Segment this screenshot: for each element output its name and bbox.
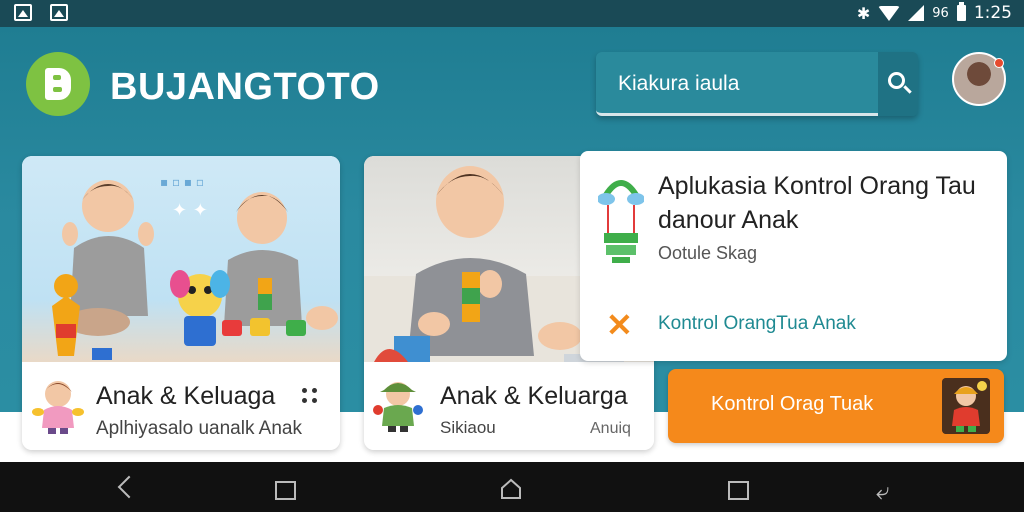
parental-control-button[interactable]: Kontrol Orag Tuak xyxy=(668,369,1004,443)
logo-letter-icon xyxy=(45,68,71,100)
character-thumbnail-icon xyxy=(942,378,990,434)
bluetooth-icon: ✱ xyxy=(856,3,871,23)
signal-icon xyxy=(908,5,925,21)
panel-subtitle: Ootule Skag xyxy=(658,243,758,263)
wifi-icon xyxy=(878,5,901,21)
card-info: Anak & Keluaga Aplhiyasalo uanalk Anak xyxy=(22,362,340,450)
image-icon xyxy=(50,4,68,21)
navigation-bar: ⤶ xyxy=(0,462,1024,512)
battery-icon xyxy=(956,2,966,21)
clock: 1:25 xyxy=(973,3,1012,23)
recents-icon[interactable] xyxy=(728,481,749,500)
card-info: Anak & Keluarga Sikiaou Anuiq xyxy=(364,362,654,450)
card-photo: ▪ ▫ ▪ ▫ ✦ ✦ xyxy=(22,156,340,362)
search-button[interactable] xyxy=(878,52,918,116)
overview-icon[interactable] xyxy=(275,481,296,500)
back-icon[interactable] xyxy=(117,475,141,499)
home-icon[interactable] xyxy=(500,478,522,500)
search-input[interactable]: Kiakura iaula xyxy=(596,52,878,116)
close-icon[interactable]: ✕ xyxy=(606,309,633,341)
more-icon[interactable] xyxy=(302,388,318,404)
card-subtitle: Aplhiyasalo uanalk Anak xyxy=(96,418,302,439)
child-character-icon xyxy=(373,382,423,432)
image-icon xyxy=(14,4,32,21)
app-logo[interactable] xyxy=(26,52,90,116)
info-panel: Aplukasia Kontrol Orang Tau danour Anak … xyxy=(580,151,1007,361)
card-subtitle-right: Anuiq xyxy=(590,420,631,437)
system-icons: ✱ 96 1:25 xyxy=(856,2,1012,23)
parental-control-link[interactable]: Kontrol OrangTua Anak xyxy=(658,313,856,335)
card-title: Anak & Keluarga xyxy=(440,382,628,410)
panel-title: Aplukasia Kontrol Orang Tau danour Anak xyxy=(658,172,976,234)
family-card-1[interactable]: ▪ ▫ ▪ ▫ ✦ ✦ Anak & Keluaga Aplhiyasalo u… xyxy=(22,156,340,450)
search-bar[interactable]: Kiakura iaula xyxy=(596,52,918,116)
app-title: BUJANGTOTO xyxy=(110,66,380,108)
svg-text:▪ ▫ ▪ ▫: ▪ ▫ ▪ ▫ xyxy=(160,175,204,189)
child-character-icon xyxy=(32,381,84,434)
notification-icons xyxy=(14,4,68,21)
network-label: 96 xyxy=(932,5,949,21)
status-bar: ✱ 96 1:25 xyxy=(0,0,1024,27)
balloon-icon xyxy=(598,180,644,263)
cta-label: Kontrol Orag Tuak xyxy=(711,393,874,415)
babies-illustration: ▪ ▫ ▪ ▫ ✦ ✦ xyxy=(52,175,338,360)
card-title: Anak & Keluaga xyxy=(96,382,276,410)
notification-dot xyxy=(994,58,1004,68)
return-icon[interactable]: ⤶ xyxy=(876,480,889,504)
card-subtitle: Sikiaou xyxy=(440,418,496,437)
svg-text:✦ ✦: ✦ ✦ xyxy=(172,200,208,221)
